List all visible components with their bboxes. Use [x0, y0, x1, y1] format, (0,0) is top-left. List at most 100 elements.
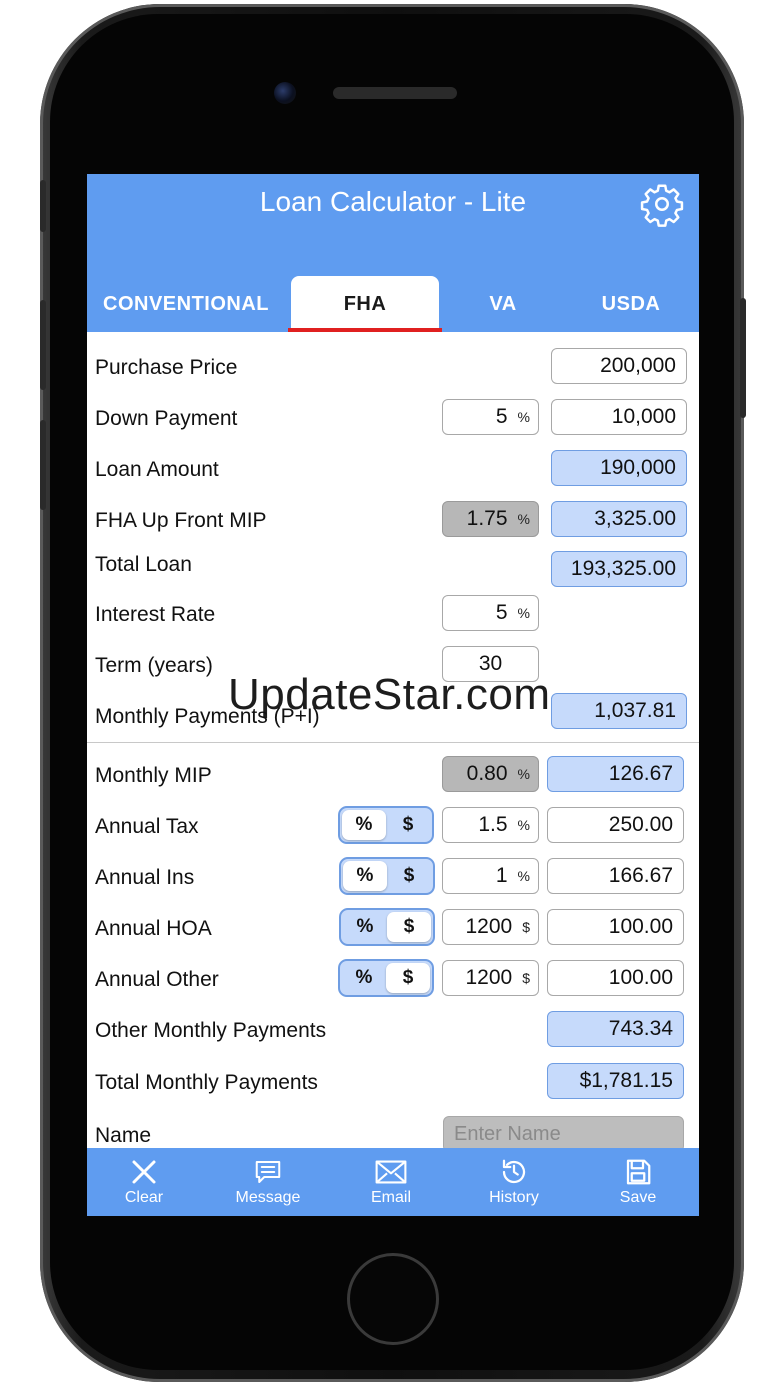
annual-tax-unit-toggle: % $ — [338, 806, 434, 844]
annual-other-input-value: 1200 — [465, 966, 513, 989]
monthly-payments-value: 1,037.81 — [551, 693, 687, 729]
settings-button[interactable] — [637, 179, 687, 229]
down-payment-percent-value: 5 — [495, 405, 508, 428]
purchase-price-label: Purchase Price — [95, 356, 238, 379]
annual-other-monthly-value: 100.00 — [547, 960, 684, 996]
annual-other-dollar-option[interactable]: $ — [386, 963, 430, 993]
fha-mip-percent-field: 1.75% — [442, 501, 539, 537]
monthly-mip-value: 126.67 — [547, 756, 684, 792]
close-icon — [132, 1160, 156, 1184]
email-label: Email — [370, 1189, 411, 1206]
term-label: Term (years) — [95, 654, 213, 677]
section-divider — [87, 742, 699, 743]
annual-ins-percent-option[interactable]: % — [343, 861, 387, 891]
down-payment-label: Down Payment — [95, 407, 238, 430]
loan-amount-value: 190,000 — [551, 450, 687, 486]
history-icon — [502, 1159, 526, 1184]
interest-rate-input[interactable]: 5% — [442, 595, 539, 631]
annual-other-percent-option[interactable]: % — [342, 963, 386, 993]
annual-tax-dollar-option[interactable]: $ — [386, 810, 430, 840]
home-button[interactable] — [347, 1253, 439, 1345]
mute-switch — [40, 180, 46, 232]
fha-mip-percent-value: 1.75 — [466, 507, 508, 530]
annual-hoa-input[interactable]: 1200 $ — [442, 909, 539, 945]
monthly-mip-percent-field: 0.80% — [442, 756, 539, 792]
email-button[interactable]: Email — [336, 1148, 446, 1216]
email-icon — [375, 1160, 407, 1184]
volume-down-button — [40, 420, 46, 510]
total-loan-label: Total Loan — [95, 553, 192, 576]
app-title: Loan Calculator - Lite — [259, 186, 527, 217]
watermark-text: UpdateStar.com — [228, 670, 551, 719]
annual-tax-monthly-value: 250.00 — [547, 807, 684, 843]
front-camera — [274, 82, 296, 104]
annual-tax-label: Annual Tax — [95, 815, 199, 838]
annual-ins-monthly-value: 166.67 — [547, 858, 684, 894]
clear-label: Clear — [124, 1189, 164, 1206]
app-header: Loan Calculator - Lite CONVENTIONAL FHA … — [87, 174, 699, 332]
total-monthly-payments-value: $1,781.15 — [547, 1063, 684, 1099]
annual-hoa-percent-option[interactable]: % — [343, 912, 387, 942]
save-button[interactable]: Save — [583, 1148, 693, 1216]
annual-hoa-input-value: 1200 — [465, 915, 513, 938]
tab-va[interactable]: VA — [439, 276, 567, 332]
annual-ins-unit-toggle: % $ — [339, 857, 435, 895]
save-label: Save — [619, 1189, 657, 1206]
save-icon — [626, 1159, 651, 1185]
annual-hoa-monthly-value: 100.00 — [547, 909, 684, 945]
message-label: Message — [235, 1189, 301, 1206]
annual-ins-label: Annual Ins — [95, 866, 195, 889]
annual-tax-unit: % — [517, 817, 530, 833]
annual-ins-input[interactable]: 1% — [442, 858, 539, 894]
annual-other-input[interactable]: 1200 $ — [442, 960, 539, 996]
annual-hoa-label: Annual HOA — [95, 917, 212, 940]
earpiece-speaker — [333, 87, 457, 99]
loan-amount-label: Loan Amount — [95, 458, 219, 481]
calculator-form: Purchase Price 200,000 Down Payment 5% 1… — [87, 332, 699, 1148]
tab-usda[interactable]: USDA — [567, 276, 695, 332]
down-payment-amount-input[interactable]: 10,000 — [551, 399, 687, 435]
annual-hoa-unit-toggle: % $ — [339, 908, 435, 946]
percent-unit: % — [517, 409, 530, 425]
total-monthly-payments-label: Total Monthly Payments — [95, 1071, 318, 1094]
annual-ins-unit: % — [517, 868, 530, 884]
tab-conventional[interactable]: CONVENTIONAL — [87, 276, 285, 332]
annual-ins-input-value: 1 — [495, 864, 508, 887]
annual-other-unit: $ — [522, 970, 530, 986]
total-loan-value: 193,325.00 — [551, 551, 687, 587]
annual-other-label: Annual Other — [95, 968, 219, 991]
annual-ins-dollar-option[interactable]: $ — [387, 861, 431, 891]
interest-rate-label: Interest Rate — [95, 603, 216, 626]
purchase-price-input[interactable]: 200,000 — [551, 348, 687, 384]
bottom-toolbar: Clear Message Email History Save — [87, 1148, 699, 1216]
annual-hoa-dollar-option[interactable]: $ — [387, 912, 431, 942]
annual-tax-input[interactable]: 1.5% — [442, 807, 539, 843]
name-input[interactable]: Enter Name — [443, 1116, 684, 1148]
message-button[interactable]: Message — [213, 1148, 323, 1216]
history-button[interactable]: History — [459, 1148, 569, 1216]
interest-rate-value: 5 — [495, 601, 508, 624]
monthly-mip-percent-value: 0.80 — [466, 762, 508, 785]
other-monthly-payments-label: Other Monthly Payments — [95, 1019, 327, 1042]
percent-unit: % — [517, 766, 530, 782]
loan-type-tabs: CONVENTIONAL FHA VA USDA — [87, 276, 699, 332]
history-label: History — [489, 1189, 539, 1206]
fha-mip-label: FHA Up Front MIP — [95, 509, 267, 532]
monthly-mip-label: Monthly MIP — [95, 764, 212, 787]
power-button — [740, 298, 746, 418]
tab-fha-label: FHA — [343, 292, 387, 315]
gear-icon — [640, 184, 684, 227]
other-monthly-payments-value: 743.34 — [547, 1011, 684, 1047]
clear-button[interactable]: Clear — [89, 1148, 199, 1216]
percent-unit: % — [517, 605, 530, 621]
fha-mip-amount-value: 3,325.00 — [551, 501, 687, 537]
annual-other-unit-toggle: % $ — [338, 959, 434, 997]
message-icon — [255, 1161, 281, 1183]
annual-hoa-unit: $ — [522, 919, 530, 935]
percent-unit: % — [517, 511, 530, 527]
volume-up-button — [40, 300, 46, 390]
down-payment-percent-input[interactable]: 5% — [442, 399, 539, 435]
name-label: Name — [95, 1124, 152, 1147]
annual-tax-percent-option[interactable]: % — [342, 810, 386, 840]
tab-fha[interactable]: FHA — [288, 276, 442, 332]
